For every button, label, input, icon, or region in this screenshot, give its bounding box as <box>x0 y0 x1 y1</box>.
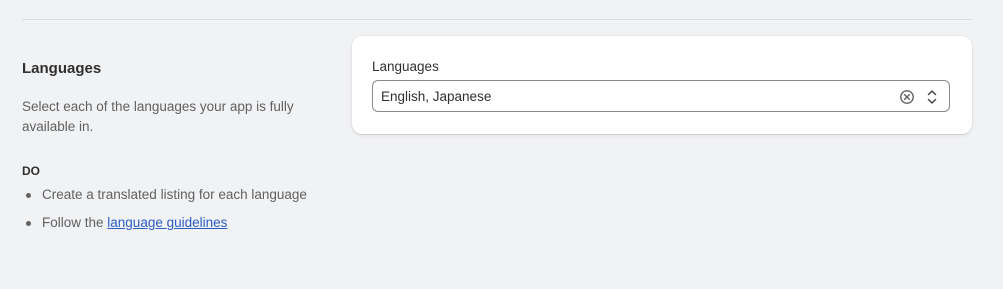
do-list-item: Follow the language guidelines <box>22 213 322 233</box>
bullet-icon <box>26 193 31 198</box>
section-description: Select each of the languages your app is… <box>22 99 294 134</box>
section-divider <box>22 19 972 20</box>
clear-circle-icon[interactable] <box>899 89 915 105</box>
do-item-text: Create a translated listing for each lan… <box>42 187 307 202</box>
bullet-icon <box>26 221 31 226</box>
languages-card: Languages English, Japanese <box>352 36 972 134</box>
section-title: Languages <box>22 60 102 77</box>
languages-select-value: English, Japanese <box>381 89 492 104</box>
do-list-item: Create a translated listing for each lan… <box>22 185 322 205</box>
language-guidelines-link[interactable]: language guidelines <box>107 215 227 230</box>
do-item-prefix: Follow the <box>42 215 108 230</box>
languages-section-info: Languages Select each of the languages y… <box>22 58 322 241</box>
do-heading: DO <box>22 164 40 178</box>
languages-field-label: Languages <box>372 59 439 74</box>
languages-select[interactable]: English, Japanese <box>372 80 950 112</box>
chevron-up-down-icon[interactable] <box>925 88 939 106</box>
do-list: Create a translated listing for each lan… <box>22 185 322 233</box>
